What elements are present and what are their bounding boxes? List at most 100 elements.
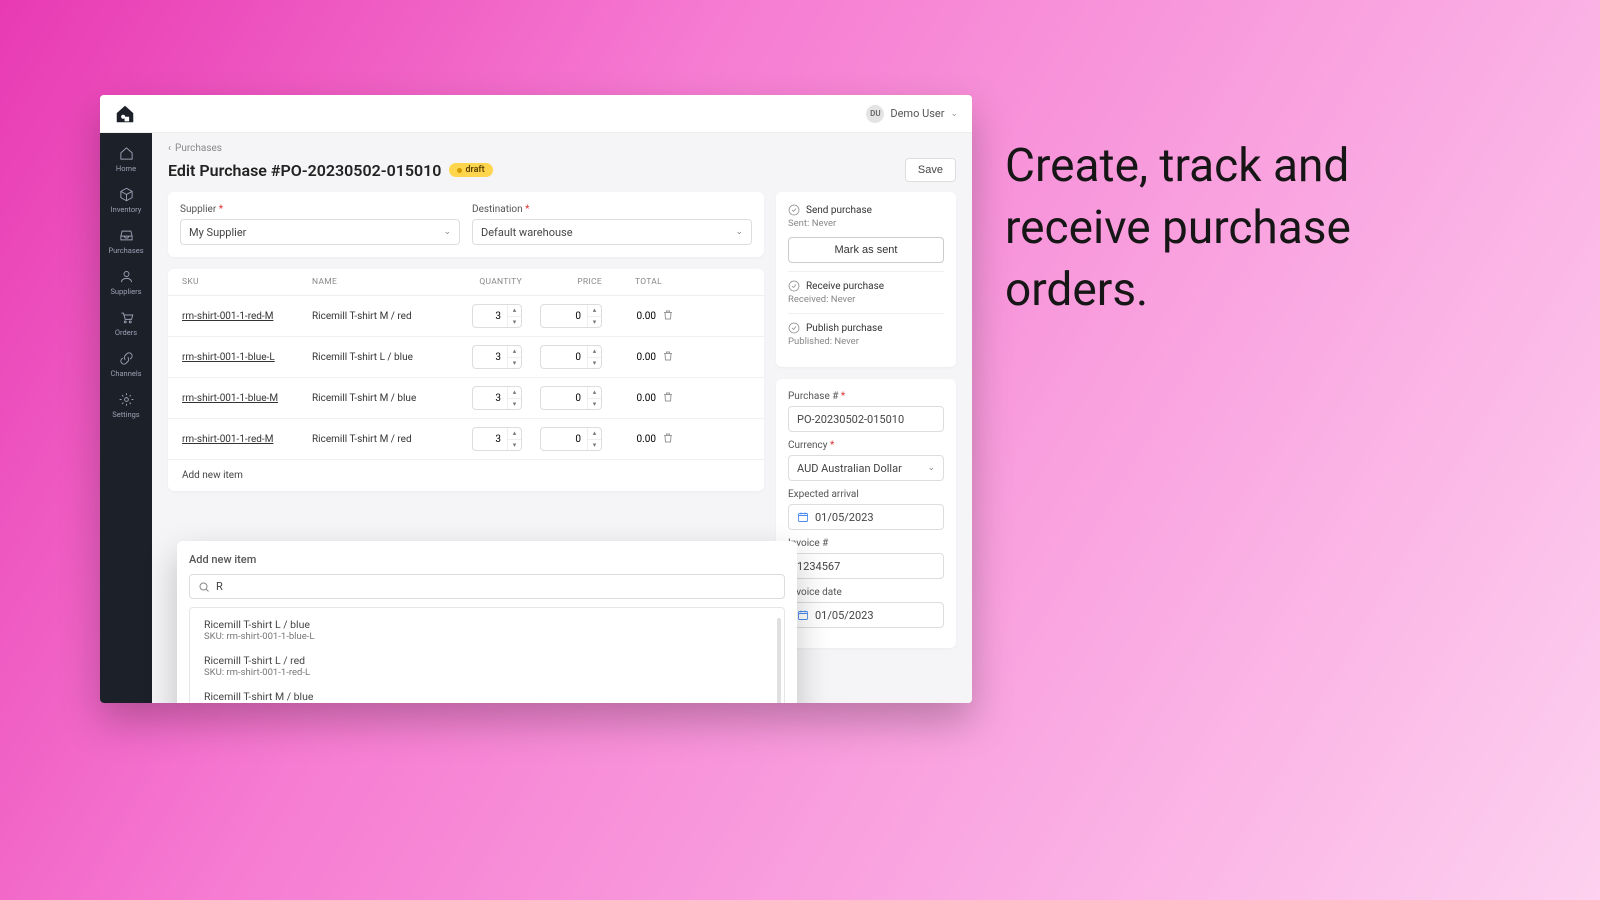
quantity-stepper[interactable]: 3▴▾ <box>472 345 522 369</box>
price-stepper[interactable]: 0▴▾ <box>540 345 602 369</box>
col-price: PRICE <box>522 277 602 287</box>
mark-as-sent-button[interactable]: Mark as sent <box>788 237 944 263</box>
sku-link[interactable]: rm-shirt-001-1-red-M <box>182 434 312 445</box>
price-stepper[interactable]: 0▴▾ <box>540 386 602 410</box>
col-total: TOTAL <box>602 277 662 287</box>
publish-status: Published: Never <box>788 336 944 347</box>
item-name: Ricemill T-shirt M / red <box>312 434 442 445</box>
step-up-icon[interactable]: ▴ <box>508 346 521 358</box>
sidebar-item-channels[interactable]: Channels <box>100 344 152 385</box>
invoice-no-input[interactable]: 1234567 <box>788 553 944 579</box>
quantity-stepper[interactable]: 3▴▾ <box>472 386 522 410</box>
sidebar-item-settings[interactable]: Settings <box>100 385 152 426</box>
step-up-icon[interactable]: ▴ <box>508 305 521 317</box>
chevron-down-icon: ⌄ <box>443 227 451 237</box>
sku-link[interactable]: rm-shirt-001-1-blue-M <box>182 393 312 404</box>
item-name: Ricemill T-shirt M / blue <box>312 393 442 404</box>
line-total: 0.00 <box>602 393 662 404</box>
currency-select[interactable]: AUD Australian Dollar⌄ <box>788 455 944 481</box>
sidebar-item-inventory[interactable]: Inventory <box>100 180 152 221</box>
search-input[interactable]: R <box>189 574 785 599</box>
item-name: Ricemill T-shirt L / blue <box>312 352 442 363</box>
sku-link[interactable]: rm-shirt-001-1-red-M <box>182 311 312 322</box>
chevron-down-icon: ⌄ <box>735 227 743 237</box>
quantity-stepper[interactable]: 3▴▾ <box>472 304 522 328</box>
step-up-icon[interactable]: ▴ <box>588 387 601 399</box>
chevron-down-icon: ⌄ <box>927 463 935 473</box>
supplier-label: Supplier * <box>180 204 460 215</box>
main-content: ‹ Purchases Edit Purchase #PO-20230502-0… <box>152 133 972 703</box>
search-results: Ricemill T-shirt L / blueSKU: rm-shirt-0… <box>189 607 785 703</box>
step-up-icon[interactable]: ▴ <box>588 428 601 440</box>
publish-purchase-title: Publish purchase <box>788 322 944 334</box>
table-row: rm-shirt-001-1-blue-MRicemill T-shirt M … <box>168 378 764 419</box>
sidebar-label: Orders <box>115 328 137 337</box>
brand-logo-icon <box>114 103 136 125</box>
purchase-no-input[interactable]: PO-20230502-015010 <box>788 406 944 432</box>
search-result-item[interactable]: Ricemill T-shirt L / redSKU: rm-shirt-00… <box>194 648 780 684</box>
delete-row-button[interactable] <box>662 350 692 365</box>
expected-label: Expected arrival <box>788 489 944 500</box>
home-icon <box>119 146 134 161</box>
delete-row-button[interactable] <box>662 309 692 324</box>
line-items-table: SKU NAME QUANTITY PRICE TOTAL rm-shirt-0… <box>168 269 764 491</box>
table-row: rm-shirt-001-1-red-MRicemill T-shirt M /… <box>168 419 764 460</box>
sku-link[interactable]: rm-shirt-001-1-blue-L <box>182 352 312 363</box>
calendar-icon <box>797 609 809 621</box>
save-button[interactable]: Save <box>905 158 956 182</box>
check-circle-icon <box>788 322 800 334</box>
receive-status: Received: Never <box>788 294 944 305</box>
breadcrumb[interactable]: ‹ Purchases <box>168 143 956 154</box>
table-row: rm-shirt-001-1-blue-LRicemill T-shirt L … <box>168 337 764 378</box>
inbox-icon <box>119 228 134 243</box>
destination-select[interactable]: Default warehouse⌄ <box>472 219 752 245</box>
sidebar-label: Inventory <box>111 205 142 214</box>
invoice-date-label: Invoice date <box>788 587 944 598</box>
step-up-icon[interactable]: ▴ <box>508 428 521 440</box>
check-circle-icon <box>788 280 800 292</box>
quantity-stepper[interactable]: 3▴▾ <box>472 427 522 451</box>
invoice-no-label: Invoice # <box>788 538 944 549</box>
add-item-popover: Add new item R Ricemill T-shirt L / blue… <box>177 541 797 703</box>
step-down-icon[interactable]: ▾ <box>508 358 521 369</box>
delete-row-button[interactable] <box>662 391 692 406</box>
col-sku: SKU <box>182 277 312 287</box>
sidebar-item-suppliers[interactable]: Suppliers <box>100 262 152 303</box>
sidebar-label: Settings <box>112 410 139 419</box>
purchase-no-label: Purchase # * <box>788 391 944 402</box>
sidebar-item-purchases[interactable]: Purchases <box>100 221 152 262</box>
search-result-item[interactable]: Ricemill T-shirt M / blueSKU: rm-shirt-0… <box>194 684 780 703</box>
calendar-icon <box>797 511 809 523</box>
table-row: rm-shirt-001-1-red-MRicemill T-shirt M /… <box>168 296 764 337</box>
invoice-date-input[interactable]: 01/05/2023 <box>788 602 944 628</box>
destination-label: Destination * <box>472 204 752 215</box>
sidebar: Home Inventory Purchases Suppliers Order… <box>100 133 152 703</box>
step-up-icon[interactable]: ▴ <box>508 387 521 399</box>
price-stepper[interactable]: 0▴▾ <box>540 427 602 451</box>
details-card: Purchase # * PO-20230502-015010 Currency… <box>776 379 956 648</box>
step-down-icon[interactable]: ▾ <box>508 399 521 410</box>
sidebar-item-orders[interactable]: Orders <box>100 303 152 344</box>
step-down-icon[interactable]: ▾ <box>508 440 521 451</box>
delete-row-button[interactable] <box>662 432 692 447</box>
step-down-icon[interactable]: ▾ <box>588 358 601 369</box>
step-up-icon[interactable]: ▴ <box>588 346 601 358</box>
step-down-icon[interactable]: ▾ <box>508 317 521 328</box>
sidebar-item-home[interactable]: Home <box>100 139 152 180</box>
breadcrumb-label: Purchases <box>175 143 222 154</box>
step-down-icon[interactable]: ▾ <box>588 440 601 451</box>
search-result-item[interactable]: Ricemill T-shirt L / blueSKU: rm-shirt-0… <box>194 612 780 648</box>
price-stepper[interactable]: 0▴▾ <box>540 304 602 328</box>
cart-icon <box>119 310 134 325</box>
step-down-icon[interactable]: ▾ <box>588 317 601 328</box>
step-down-icon[interactable]: ▾ <box>588 399 601 410</box>
marketing-headline: Create, track and receive purchase order… <box>1005 135 1435 321</box>
status-badge: draft <box>449 163 492 177</box>
step-up-icon[interactable]: ▴ <box>588 305 601 317</box>
expected-date-input[interactable]: 01/05/2023 <box>788 504 944 530</box>
user-icon <box>119 269 134 284</box>
user-menu[interactable]: DU Demo User ⌄ <box>866 105 958 123</box>
col-qty: QUANTITY <box>442 277 522 287</box>
supplier-select[interactable]: My Supplier⌄ <box>180 219 460 245</box>
col-name: NAME <box>312 277 442 287</box>
